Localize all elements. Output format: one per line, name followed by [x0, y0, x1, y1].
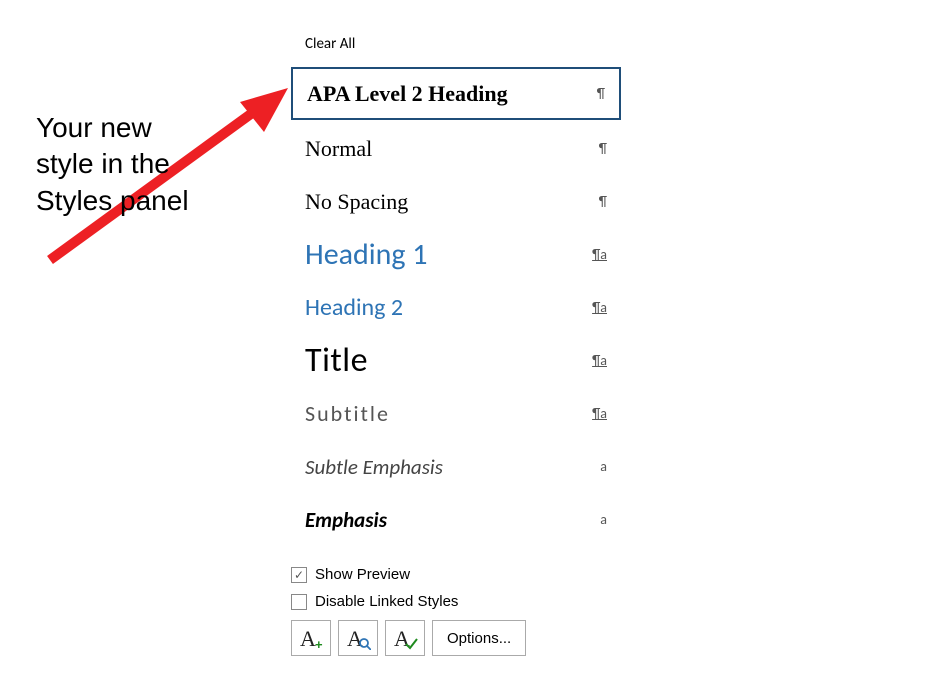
style-inspector-button[interactable]: A: [338, 620, 378, 656]
styles-footer-buttons: A + A A Options...: [291, 620, 621, 656]
style-item-label: APA Level 2 Heading: [307, 81, 587, 107]
new-style-icon: A +: [298, 626, 324, 650]
style-item-heading-2[interactable]: Heading 2¶a: [291, 281, 621, 334]
style-item-label: Normal: [305, 136, 589, 162]
checkbox-icon: ✓: [291, 567, 307, 583]
svg-text:A: A: [300, 626, 316, 650]
manage-styles-button[interactable]: A: [385, 620, 425, 656]
style-type-marker: ¶a: [589, 299, 607, 316]
show-preview-checkbox[interactable]: ✓ Show Preview: [291, 566, 621, 583]
annotation-line: Styles panel: [36, 183, 189, 219]
styles-panel: Clear All APA Level 2 Heading¶Normal¶No …: [291, 25, 621, 565]
style-item-title[interactable]: Title¶a: [291, 334, 621, 387]
style-item-label: Heading 2: [305, 293, 589, 322]
style-item-label: Emphasis: [305, 507, 589, 533]
style-item-label: Title: [305, 340, 589, 381]
style-item-apa-level-2-heading[interactable]: APA Level 2 Heading¶: [291, 67, 621, 120]
style-item-label: Subtitle: [305, 400, 589, 427]
disable-linked-styles-label: Disable Linked Styles: [315, 593, 458, 610]
style-item-normal[interactable]: Normal¶: [291, 122, 621, 175]
annotation-line: Your new: [36, 110, 189, 146]
disable-linked-styles-checkbox[interactable]: Disable Linked Styles: [291, 593, 621, 610]
styles-list[interactable]: Clear All APA Level 2 Heading¶Normal¶No …: [291, 25, 621, 565]
style-item-heading-1[interactable]: Heading 1¶a: [291, 228, 621, 281]
style-item-no-spacing[interactable]: No Spacing¶: [291, 175, 621, 228]
svg-text:+: +: [315, 637, 323, 650]
style-type-marker: ¶a: [589, 246, 607, 263]
styles-panel-footer: ✓ Show Preview Disable Linked Styles A +…: [291, 566, 621, 656]
new-style-button[interactable]: A +: [291, 620, 331, 656]
style-type-marker: ¶a: [589, 352, 607, 369]
style-type-marker: a: [589, 511, 607, 528]
options-button[interactable]: Options...: [432, 620, 526, 656]
style-type-marker: ¶a: [589, 405, 607, 422]
clear-all-button[interactable]: Clear All: [291, 25, 621, 67]
style-type-marker: ¶: [589, 193, 607, 210]
annotation-line: style in the: [36, 146, 189, 182]
style-item-label: Subtle Emphasis: [305, 454, 589, 480]
style-item-emphasis[interactable]: Emphasisa: [291, 493, 621, 546]
manage-styles-icon: A: [392, 626, 418, 650]
style-type-marker: ¶: [589, 140, 607, 157]
style-item-label: No Spacing: [305, 189, 589, 215]
style-type-marker: a: [589, 458, 607, 475]
style-item-subtitle[interactable]: Subtitle¶a: [291, 387, 621, 440]
show-preview-label: Show Preview: [315, 566, 410, 583]
style-inspector-icon: A: [345, 626, 371, 650]
style-item-subtle-emphasis[interactable]: Subtle Emphasisa: [291, 440, 621, 493]
style-item-label: Heading 1: [305, 236, 589, 273]
style-type-marker: ¶: [587, 85, 605, 102]
annotation-text: Your new style in the Styles panel: [36, 110, 189, 219]
checkbox-icon: [291, 594, 307, 610]
